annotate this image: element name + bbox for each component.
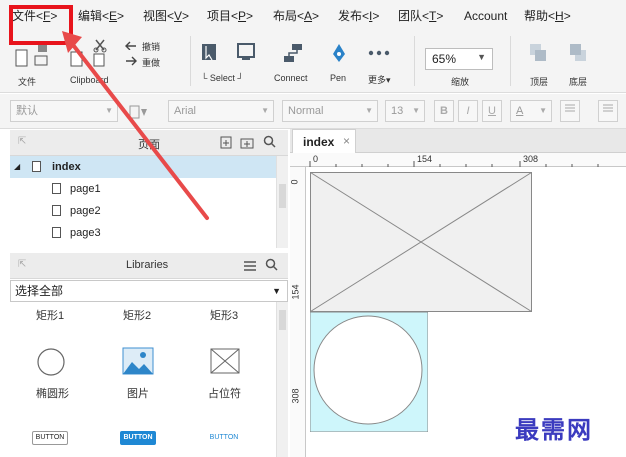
expand-arrow-icon[interactable]: ◢ <box>14 156 20 178</box>
toolbar-divider <box>510 36 511 86</box>
connect-tool-icon[interactable] <box>282 42 304 64</box>
menu-icon[interactable] <box>243 260 257 272</box>
ellipse-icon[interactable] <box>36 347 66 377</box>
select-frame-icon[interactable] <box>236 42 256 62</box>
canvas-tab-bar: index × <box>290 129 626 153</box>
font-color-select[interactable]: A ▼ <box>510 100 552 122</box>
chevron-down-icon: ▼ <box>272 286 281 296</box>
bullet-list-button[interactable] <box>560 100 580 122</box>
ruler-tick-label: 0 <box>289 179 300 185</box>
widget-rect1[interactable]: 矩形1 <box>36 307 64 323</box>
image-icon[interactable] <box>122 347 154 375</box>
font-weight-select[interactable]: Normal ▼ <box>282 100 378 122</box>
scroll-thumb[interactable] <box>279 310 286 330</box>
pages-scrollbar[interactable] <box>276 156 288 248</box>
canvas-ellipse-widget[interactable] <box>310 312 428 432</box>
collapse-icon[interactable]: ⇱ <box>18 136 26 147</box>
font-size-value: 13 <box>391 105 404 117</box>
menu-layout[interactable]: 布局<A> <box>273 8 319 24</box>
menu-publish[interactable]: 发布<I> <box>338 8 379 24</box>
placeholder-icon[interactable] <box>210 348 240 374</box>
annotation-arrow <box>62 31 209 220</box>
chevron-down-icon: ▼ <box>539 106 547 115</box>
chevron-down-icon: ▼ <box>477 52 486 62</box>
libraries-panel-header: ⇱ Libraries <box>10 253 288 279</box>
italic-button[interactable]: I <box>458 100 478 122</box>
connect-label[interactable]: Connect <box>274 73 308 83</box>
top-layer-label[interactable]: 顶层 <box>530 75 548 88</box>
more-icon[interactable] <box>368 50 390 56</box>
ruler-ticks <box>309 161 599 167</box>
underline-button[interactable]: U <box>482 100 502 122</box>
menu-help-label: 帮助 <box>524 9 549 23</box>
ruler-tick-label: 308 <box>290 388 301 404</box>
add-page-icon[interactable] <box>220 136 234 149</box>
horizontal-ruler: 0 154 308 <box>290 153 626 167</box>
align-button[interactable] <box>598 100 618 122</box>
zoom-select[interactable]: 65% ▼ <box>425 48 493 70</box>
menu-publish-label: 发布 <box>338 9 363 23</box>
close-icon[interactable]: × <box>343 134 350 148</box>
canvas-placeholder-widget[interactable] <box>310 172 532 312</box>
search-icon[interactable] <box>263 135 277 149</box>
library-select[interactable]: 选择全部 ▼ <box>10 280 288 302</box>
font-weight-value: Normal <box>288 105 324 117</box>
vertical-ruler: 0 154 308 <box>290 167 306 457</box>
pen-tool-icon[interactable] <box>330 42 348 64</box>
font-color-value: A <box>516 105 524 117</box>
widget-rect2[interactable]: 矩形2 <box>123 307 151 323</box>
widget-placeholder-label: 占位符 <box>208 388 241 400</box>
bottom-layer-label[interactable]: 底层 <box>569 75 587 88</box>
menu-project-key: P <box>238 9 247 23</box>
menu-help[interactable]: 帮助<H> <box>524 8 571 24</box>
list-icon <box>565 104 575 112</box>
widget-ellipse-label: 椭圆形 <box>36 388 69 400</box>
chevron-down-icon: ▼ <box>365 106 373 115</box>
collapse-icon[interactable]: ⇱ <box>18 259 26 270</box>
menu-account[interactable]: Account <box>464 8 507 24</box>
menu-team-label: 团队 <box>398 9 423 23</box>
menu-layout-label: 布局 <box>273 9 298 23</box>
menu-layout-key: A <box>304 9 313 23</box>
pen-label[interactable]: Pen <box>330 73 346 83</box>
menu-team-key: T <box>429 9 437 23</box>
menu-publish-key: I <box>369 9 373 23</box>
style-select-value: 默认 <box>16 105 38 117</box>
scroll-thumb[interactable] <box>279 184 286 208</box>
button-widget-link[interactable]: BUTTON <box>206 431 242 445</box>
bring-to-top-icon[interactable] <box>528 42 548 64</box>
libraries-panel-title: Libraries <box>126 259 169 271</box>
font-size-select[interactable]: 13 ▼ <box>385 100 425 122</box>
menu-help-key: H <box>555 9 564 23</box>
libraries-scrollbar[interactable] <box>276 302 288 457</box>
zoom-label: 缩放 <box>451 77 470 87</box>
watermark: 最需网 <box>515 415 593 444</box>
toolbar-divider <box>414 36 415 86</box>
add-folder-icon[interactable] <box>240 136 254 149</box>
file-group-label: 文件 <box>18 77 37 87</box>
search-icon[interactable] <box>265 258 279 272</box>
menu-account-label: Account <box>464 9 508 23</box>
ruler-tick-label: 154 <box>290 284 301 300</box>
align-icon <box>603 104 613 112</box>
button-widget-primary[interactable]: BUTTON <box>120 431 156 445</box>
bold-button[interactable]: B <box>434 100 454 122</box>
more-label[interactable]: 更多▾ <box>368 73 391 86</box>
chevron-down-icon: ▼ <box>412 106 420 115</box>
send-to-bottom-icon[interactable] <box>568 42 588 64</box>
menu-team[interactable]: 团队<T> <box>398 8 443 24</box>
library-select-value: 选择全部 <box>15 284 64 298</box>
tab-index[interactable]: index × <box>292 129 356 153</box>
button-widget-default[interactable]: BUTTON <box>32 431 68 445</box>
widget-image-label: 图片 <box>127 388 149 400</box>
widget-rect3[interactable]: 矩形3 <box>210 307 238 323</box>
chevron-down-icon: ▼ <box>261 106 269 115</box>
zoom-value: 65% <box>432 52 457 66</box>
tab-label: index <box>303 135 335 149</box>
